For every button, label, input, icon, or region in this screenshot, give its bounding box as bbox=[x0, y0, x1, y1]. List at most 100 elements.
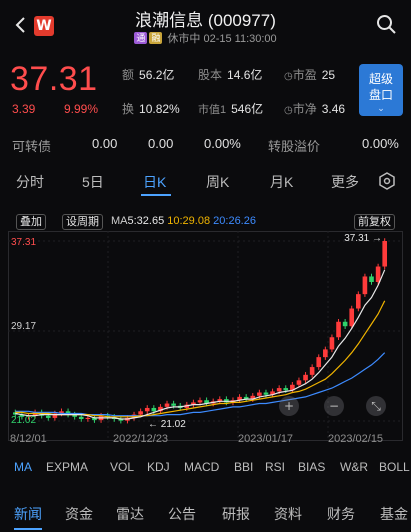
capital-stat: 股本 14.6亿 bbox=[198, 68, 263, 82]
chevron-down-icon: ⌄ bbox=[377, 103, 385, 113]
candle bbox=[362, 276, 368, 295]
amount-stat: 额 56.2亿 bbox=[122, 68, 175, 82]
candle bbox=[349, 308, 355, 327]
nav-radar[interactable]: 雷达 bbox=[116, 504, 144, 524]
candle bbox=[369, 276, 374, 282]
convertible-price: 0.00 bbox=[92, 136, 118, 151]
margin-tag: 融 bbox=[149, 32, 163, 44]
indicator-expma[interactable]: EXPMA bbox=[46, 460, 88, 474]
tab-monthly-k[interactable]: 月K bbox=[270, 172, 293, 192]
turnover-stat: 换 10.82% bbox=[122, 102, 180, 116]
nav-financials[interactable]: 财务 bbox=[327, 504, 355, 524]
nav-funds[interactable]: 资金 bbox=[65, 504, 93, 524]
fullscreen-button[interactable]: ⤡ bbox=[366, 396, 386, 416]
active-nav-indicator bbox=[14, 528, 42, 530]
tab-more[interactable]: 更多 bbox=[331, 172, 359, 192]
k-line-chart[interactable]: 37.31 29.17 21.02 37.31 → ← 21.02 + − ⤡ bbox=[8, 231, 403, 441]
convertible-label: 可转债 bbox=[12, 139, 52, 154]
ma-legend: MA5:32.65 10:29.08 20:26.26 bbox=[111, 215, 256, 227]
candle bbox=[151, 407, 157, 412]
candle bbox=[144, 407, 150, 412]
y-axis-top-label: 37.31 bbox=[11, 237, 36, 248]
candle bbox=[323, 349, 328, 358]
y-axis-mid-label: 29.17 bbox=[11, 321, 36, 332]
pb-stat: ◷市净 3.46 bbox=[284, 102, 346, 116]
adjust-button[interactable]: 前复权 bbox=[354, 214, 395, 230]
zoom-in-icon: + bbox=[284, 399, 294, 413]
candle bbox=[138, 411, 143, 415]
nav-research[interactable]: 研报 bbox=[222, 504, 250, 524]
bottom-nav: 新闻 资金 雷达 公告 研报 资料 财务 基金 bbox=[0, 502, 411, 532]
connect-tag: 通 bbox=[134, 32, 148, 44]
indicator-bias[interactable]: BIAS bbox=[298, 460, 325, 474]
indicator-tabs: MA EXPMA VOL KDJ MACD BBI RSI BIAS W&R B… bbox=[0, 457, 411, 479]
zoom-out-button[interactable]: − bbox=[324, 396, 344, 416]
pb-icon: ◷ bbox=[284, 105, 293, 116]
date-label: 2023/02/15 bbox=[328, 433, 384, 445]
candle bbox=[164, 403, 170, 407]
candle bbox=[257, 392, 262, 396]
indicator-kdj[interactable]: KDJ bbox=[147, 460, 170, 474]
indicator-vol[interactable]: VOL bbox=[110, 460, 134, 474]
period-tabs: 分时 5日 日K 周K 月K 更多 bbox=[0, 166, 411, 198]
convertible-change-pct: 0.00% bbox=[204, 136, 241, 151]
header: W 浪潮信息 (000977) 通融 休市中 02-15 11:30:00 bbox=[0, 0, 411, 52]
candle bbox=[45, 415, 51, 418]
min-price-label: ← 21.02 bbox=[148, 419, 186, 430]
date-label: 8/12/01 bbox=[10, 433, 47, 445]
candle bbox=[382, 241, 388, 267]
search-icon[interactable] bbox=[375, 13, 397, 35]
tab-5day[interactable]: 5日 bbox=[82, 172, 104, 192]
convertible-bond-row[interactable]: 可转债 0.00 0.00 0.00% 转股溢价 0.00% bbox=[0, 132, 411, 156]
candle bbox=[171, 403, 176, 406]
settings-icon[interactable] bbox=[378, 172, 396, 190]
market-status: 休市中 02-15 11:30:00 bbox=[167, 33, 277, 45]
candle bbox=[303, 374, 308, 381]
candle bbox=[276, 388, 282, 392]
indicator-ma[interactable]: MA bbox=[14, 460, 32, 474]
zoom-in-button[interactable]: + bbox=[279, 396, 299, 416]
candle bbox=[356, 294, 361, 309]
premium-label: 转股溢价 bbox=[268, 139, 321, 154]
set-period-button[interactable]: 设周期 bbox=[62, 214, 103, 230]
tab-intraday[interactable]: 分时 bbox=[16, 172, 44, 192]
market-status-line: 通融 休市中 02-15 11:30:00 bbox=[0, 30, 411, 46]
candle bbox=[329, 337, 335, 350]
pe-stat: ◷市盈 25 bbox=[284, 68, 336, 82]
indicator-macd[interactable]: MACD bbox=[184, 460, 219, 474]
last-price: 37.31 bbox=[10, 60, 98, 98]
super-orderbook-button[interactable]: 超级 盘口 ⌄ bbox=[359, 64, 403, 116]
convertible-change: 0.00 bbox=[148, 136, 174, 151]
ma5-line bbox=[15, 269, 386, 420]
quote-panel: 37.31 3.39 9.99% 额 56.2亿 股本 14.6亿 ◷市盈 25 换1… bbox=[0, 56, 411, 126]
candle bbox=[85, 417, 91, 420]
indicator-wr[interactable]: W&R bbox=[340, 460, 368, 474]
fullscreen-icon: ⤡ bbox=[371, 399, 381, 413]
candle bbox=[283, 388, 289, 391]
candle bbox=[78, 416, 84, 420]
candle bbox=[375, 266, 381, 282]
indicator-rsi[interactable]: RSI bbox=[265, 460, 285, 474]
active-tab-indicator bbox=[141, 194, 171, 196]
date-label: 2023/01/17 bbox=[238, 433, 294, 445]
stock-title: 浪潮信息 (000977) bbox=[135, 11, 276, 30]
pe-icon: ◷ bbox=[284, 71, 293, 82]
price-change: 3.39 bbox=[12, 102, 36, 116]
candle bbox=[197, 400, 203, 403]
chart-toolbar: 叠加 设周期 MA5:32.65 10:29.08 20:26.26 前复权 bbox=[0, 213, 411, 231]
y-axis-low-label: 21.02 bbox=[11, 415, 36, 426]
candle bbox=[296, 380, 302, 385]
premium-value: 0.00% bbox=[362, 136, 399, 151]
indicator-boll[interactable]: BOLL bbox=[379, 460, 410, 474]
zoom-out-icon: − bbox=[329, 399, 339, 413]
tab-weekly-k[interactable]: 周K bbox=[206, 172, 229, 192]
nav-fund[interactable]: 基金 bbox=[380, 504, 408, 524]
candle bbox=[316, 357, 322, 368]
nav-news[interactable]: 新闻 bbox=[14, 504, 42, 524]
candle bbox=[309, 367, 315, 375]
nav-profile[interactable]: 资料 bbox=[274, 504, 302, 524]
tab-daily-k[interactable]: 日K bbox=[143, 172, 166, 192]
nav-announcements[interactable]: 公告 bbox=[168, 504, 196, 524]
indicator-bbi[interactable]: BBI bbox=[234, 460, 253, 474]
overlay-button[interactable]: 叠加 bbox=[16, 214, 46, 230]
